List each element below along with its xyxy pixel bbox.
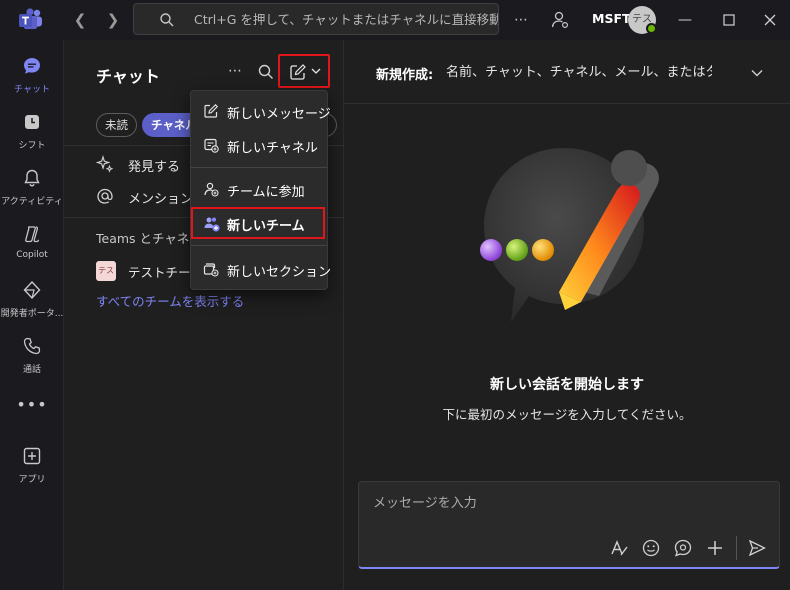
recipient-header: 新規作成: bbox=[344, 40, 790, 104]
rail-label: 開発者ポータ... bbox=[0, 309, 64, 319]
rail-label: アクティビティ bbox=[1, 197, 63, 207]
at-mention-icon bbox=[97, 188, 113, 204]
new-channel-icon bbox=[204, 138, 219, 153]
minimize-icon[interactable]: — bbox=[672, 7, 698, 33]
loop-components-icon[interactable] bbox=[673, 538, 693, 558]
rail-item-activity[interactable]: アクティビティ bbox=[0, 162, 64, 218]
rail-label: チャット bbox=[14, 85, 50, 95]
rail-item-apps[interactable]: アプリ bbox=[0, 440, 64, 496]
format-text-icon[interactable] bbox=[609, 538, 629, 558]
menu-separator bbox=[191, 245, 327, 246]
message-input[interactable] bbox=[373, 490, 763, 516]
sparkle-icon bbox=[96, 155, 114, 173]
menu-item-new-section[interactable]: 新しいセクション bbox=[191, 253, 331, 285]
people-settings-icon[interactable] bbox=[549, 9, 571, 31]
to-label: 新規作成: bbox=[376, 68, 434, 83]
menu-separator bbox=[191, 167, 327, 168]
close-icon[interactable] bbox=[757, 7, 783, 33]
rail-item-shifts[interactable]: シフト bbox=[0, 106, 64, 162]
divider bbox=[736, 536, 737, 560]
add-app-icon bbox=[23, 447, 41, 465]
org-label[interactable]: MSFT bbox=[592, 11, 631, 26]
search-icon bbox=[160, 13, 174, 27]
more-options-icon[interactable]: ⋯ bbox=[510, 9, 532, 31]
back-arrow-icon[interactable]: ❮ bbox=[70, 10, 90, 30]
recipient-input[interactable] bbox=[446, 58, 712, 86]
compose-icon bbox=[290, 64, 306, 80]
compose-icon bbox=[204, 104, 219, 118]
pane-more-options-icon[interactable]: ⋯ bbox=[224, 60, 246, 82]
shifts-icon bbox=[25, 115, 39, 129]
team-avatar: テス bbox=[96, 261, 116, 281]
new-item-menu: 新しいメッセージ 新しいチャネル チームに参加 新しいチーム 新しいセクション bbox=[190, 90, 331, 290]
teams-logo-icon[interactable] bbox=[18, 7, 44, 33]
menu-item-label: チームに参加 bbox=[227, 185, 305, 200]
message-compose-box[interactable] bbox=[358, 481, 780, 569]
title-bar: ❮ ❯ ⋯ MSFT テス — bbox=[0, 0, 790, 40]
menu-item-new-channel[interactable]: 新しいチャネル bbox=[191, 129, 327, 161]
new-team-icon bbox=[204, 217, 220, 232]
conversation-illustration bbox=[480, 148, 659, 322]
empty-state-subtitle: 下に最初のメッセージを入力してください。 bbox=[442, 407, 692, 422]
rail-label: シフト bbox=[18, 141, 46, 151]
developer-portal-icon bbox=[23, 280, 41, 300]
list-item-label: 発見する bbox=[128, 160, 181, 175]
menu-item-join-team[interactable]: チームに参加 bbox=[191, 173, 327, 205]
add-icon[interactable] bbox=[705, 538, 725, 558]
join-team-icon bbox=[204, 182, 219, 197]
status-available-icon bbox=[646, 23, 657, 34]
new-section-icon bbox=[203, 263, 219, 277]
send-icon[interactable] bbox=[747, 538, 767, 558]
new-chat-button[interactable] bbox=[278, 54, 330, 88]
new-chat-main: 新規作成: 名前、チャット、チャネル、メール、またはタグを入力 新しい会話を開始… bbox=[344, 40, 790, 590]
menu-item-new-team[interactable]: 新しいチーム bbox=[191, 207, 325, 239]
empty-state-title: 新しい会話を開始します bbox=[490, 377, 644, 393]
menu-item-new-message[interactable]: 新しいメッセージ bbox=[191, 95, 331, 127]
app-rail: チャット シフト アクティビティ Copilot 開発者ポータ... 通話 ••… bbox=[0, 40, 64, 590]
bell-icon bbox=[24, 169, 40, 187]
search-input[interactable] bbox=[194, 4, 498, 34]
phone-icon bbox=[23, 337, 41, 355]
rail-item-copilot[interactable]: Copilot bbox=[0, 218, 64, 274]
list-item-label: メンション bbox=[128, 192, 194, 207]
chevron-down-icon[interactable] bbox=[750, 66, 764, 80]
rail-label: Copilot bbox=[16, 250, 48, 260]
rail-more-icon[interactable]: ••• bbox=[0, 395, 64, 414]
forward-arrow-icon[interactable]: ❯ bbox=[103, 10, 123, 30]
rail-item-developer-portal[interactable]: 開発者ポータ... bbox=[0, 274, 64, 330]
pane-title: チャット bbox=[96, 67, 160, 86]
menu-item-label: 新しいチャネル bbox=[227, 141, 318, 156]
chat-icon bbox=[24, 58, 40, 74]
emoji-icon[interactable] bbox=[641, 538, 661, 558]
rail-label: アプリ bbox=[18, 475, 46, 485]
menu-item-label: 新しいメッセージ bbox=[227, 107, 331, 122]
show-all-teams-link[interactable]: すべてのチームを表示する bbox=[96, 291, 244, 310]
section-header-teams[interactable]: Teams とチャネル bbox=[96, 228, 202, 247]
menu-item-label: 新しいチーム bbox=[227, 219, 305, 234]
menu-item-label: 新しいセクション bbox=[227, 265, 332, 280]
filter-unread-pill[interactable]: 未読 bbox=[96, 113, 137, 137]
rail-label: 通話 bbox=[22, 365, 41, 375]
rail-item-calls[interactable]: 通話 bbox=[0, 330, 64, 386]
maximize-icon[interactable] bbox=[716, 7, 742, 33]
rail-item-chat[interactable]: チャット bbox=[0, 50, 64, 106]
filter-search-icon[interactable] bbox=[256, 62, 276, 82]
copilot-icon bbox=[25, 226, 40, 243]
search-box[interactable] bbox=[133, 3, 499, 35]
chevron-down-icon bbox=[311, 68, 321, 74]
